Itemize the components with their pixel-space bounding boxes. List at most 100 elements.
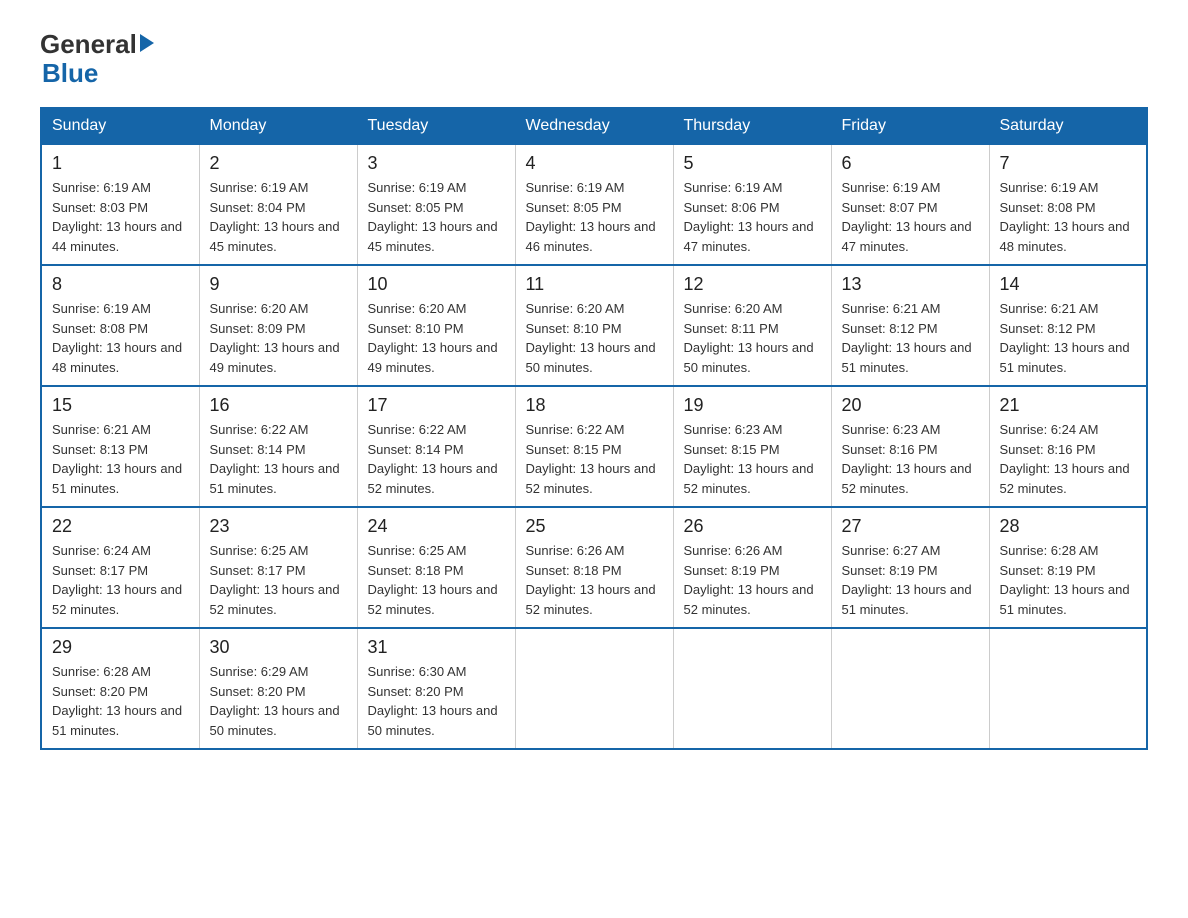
calendar-table: SundayMondayTuesdayWednesdayThursdayFrid… — [40, 107, 1148, 750]
weekday-header-monday: Monday — [199, 108, 357, 144]
day-number: 8 — [52, 274, 189, 295]
day-number: 31 — [368, 637, 505, 658]
calendar-cell: 27 Sunrise: 6:27 AM Sunset: 8:19 PM Dayl… — [831, 507, 989, 628]
day-number: 4 — [526, 153, 663, 174]
calendar-cell: 29 Sunrise: 6:28 AM Sunset: 8:20 PM Dayl… — [41, 628, 199, 749]
day-number: 19 — [684, 395, 821, 416]
calendar-cell — [989, 628, 1147, 749]
calendar-week-row: 29 Sunrise: 6:28 AM Sunset: 8:20 PM Dayl… — [41, 628, 1147, 749]
calendar-cell — [515, 628, 673, 749]
day-info: Sunrise: 6:25 AM Sunset: 8:18 PM Dayligh… — [368, 541, 505, 619]
logo-blue-text: Blue — [42, 59, 154, 88]
day-info: Sunrise: 6:25 AM Sunset: 8:17 PM Dayligh… — [210, 541, 347, 619]
day-number: 6 — [842, 153, 979, 174]
calendar-week-row: 22 Sunrise: 6:24 AM Sunset: 8:17 PM Dayl… — [41, 507, 1147, 628]
day-info: Sunrise: 6:22 AM Sunset: 8:15 PM Dayligh… — [526, 420, 663, 498]
day-info: Sunrise: 6:23 AM Sunset: 8:15 PM Dayligh… — [684, 420, 821, 498]
day-number: 15 — [52, 395, 189, 416]
calendar-cell: 16 Sunrise: 6:22 AM Sunset: 8:14 PM Dayl… — [199, 386, 357, 507]
calendar-cell: 31 Sunrise: 6:30 AM Sunset: 8:20 PM Dayl… — [357, 628, 515, 749]
day-number: 23 — [210, 516, 347, 537]
day-number: 21 — [1000, 395, 1137, 416]
weekday-header-sunday: Sunday — [41, 108, 199, 144]
logo-arrow-icon — [140, 34, 154, 52]
day-info: Sunrise: 6:24 AM Sunset: 8:17 PM Dayligh… — [52, 541, 189, 619]
day-info: Sunrise: 6:26 AM Sunset: 8:19 PM Dayligh… — [684, 541, 821, 619]
calendar-cell: 3 Sunrise: 6:19 AM Sunset: 8:05 PM Dayli… — [357, 144, 515, 265]
day-info: Sunrise: 6:23 AM Sunset: 8:16 PM Dayligh… — [842, 420, 979, 498]
day-info: Sunrise: 6:24 AM Sunset: 8:16 PM Dayligh… — [1000, 420, 1137, 498]
logo: General Blue — [40, 30, 154, 87]
calendar-cell: 20 Sunrise: 6:23 AM Sunset: 8:16 PM Dayl… — [831, 386, 989, 507]
day-number: 20 — [842, 395, 979, 416]
calendar-cell: 23 Sunrise: 6:25 AM Sunset: 8:17 PM Dayl… — [199, 507, 357, 628]
calendar-week-row: 1 Sunrise: 6:19 AM Sunset: 8:03 PM Dayli… — [41, 144, 1147, 265]
calendar-cell: 7 Sunrise: 6:19 AM Sunset: 8:08 PM Dayli… — [989, 144, 1147, 265]
day-number: 16 — [210, 395, 347, 416]
calendar-cell: 8 Sunrise: 6:19 AM Sunset: 8:08 PM Dayli… — [41, 265, 199, 386]
calendar-cell: 10 Sunrise: 6:20 AM Sunset: 8:10 PM Dayl… — [357, 265, 515, 386]
calendar-cell: 17 Sunrise: 6:22 AM Sunset: 8:14 PM Dayl… — [357, 386, 515, 507]
weekday-header-saturday: Saturday — [989, 108, 1147, 144]
calendar-cell: 14 Sunrise: 6:21 AM Sunset: 8:12 PM Dayl… — [989, 265, 1147, 386]
day-number: 26 — [684, 516, 821, 537]
day-number: 22 — [52, 516, 189, 537]
calendar-cell: 30 Sunrise: 6:29 AM Sunset: 8:20 PM Dayl… — [199, 628, 357, 749]
day-info: Sunrise: 6:20 AM Sunset: 8:10 PM Dayligh… — [526, 299, 663, 377]
day-number: 14 — [1000, 274, 1137, 295]
day-info: Sunrise: 6:21 AM Sunset: 8:12 PM Dayligh… — [842, 299, 979, 377]
day-info: Sunrise: 6:22 AM Sunset: 8:14 PM Dayligh… — [368, 420, 505, 498]
day-info: Sunrise: 6:19 AM Sunset: 8:04 PM Dayligh… — [210, 178, 347, 256]
day-info: Sunrise: 6:27 AM Sunset: 8:19 PM Dayligh… — [842, 541, 979, 619]
day-info: Sunrise: 6:20 AM Sunset: 8:09 PM Dayligh… — [210, 299, 347, 377]
day-info: Sunrise: 6:19 AM Sunset: 8:05 PM Dayligh… — [526, 178, 663, 256]
day-number: 25 — [526, 516, 663, 537]
day-number: 5 — [684, 153, 821, 174]
day-number: 29 — [52, 637, 189, 658]
logo-general-text: General — [40, 30, 137, 59]
page-header: General Blue — [40, 30, 1148, 87]
day-info: Sunrise: 6:19 AM Sunset: 8:08 PM Dayligh… — [52, 299, 189, 377]
calendar-cell: 24 Sunrise: 6:25 AM Sunset: 8:18 PM Dayl… — [357, 507, 515, 628]
day-number: 30 — [210, 637, 347, 658]
day-info: Sunrise: 6:19 AM Sunset: 8:03 PM Dayligh… — [52, 178, 189, 256]
calendar-cell: 26 Sunrise: 6:26 AM Sunset: 8:19 PM Dayl… — [673, 507, 831, 628]
weekday-header-friday: Friday — [831, 108, 989, 144]
day-info: Sunrise: 6:30 AM Sunset: 8:20 PM Dayligh… — [368, 662, 505, 740]
day-info: Sunrise: 6:21 AM Sunset: 8:12 PM Dayligh… — [1000, 299, 1137, 377]
day-number: 3 — [368, 153, 505, 174]
calendar-cell: 22 Sunrise: 6:24 AM Sunset: 8:17 PM Dayl… — [41, 507, 199, 628]
day-info: Sunrise: 6:29 AM Sunset: 8:20 PM Dayligh… — [210, 662, 347, 740]
day-number: 28 — [1000, 516, 1137, 537]
day-info: Sunrise: 6:19 AM Sunset: 8:06 PM Dayligh… — [684, 178, 821, 256]
calendar-cell: 13 Sunrise: 6:21 AM Sunset: 8:12 PM Dayl… — [831, 265, 989, 386]
day-number: 2 — [210, 153, 347, 174]
day-info: Sunrise: 6:28 AM Sunset: 8:20 PM Dayligh… — [52, 662, 189, 740]
day-info: Sunrise: 6:26 AM Sunset: 8:18 PM Dayligh… — [526, 541, 663, 619]
day-number: 12 — [684, 274, 821, 295]
day-info: Sunrise: 6:22 AM Sunset: 8:14 PM Dayligh… — [210, 420, 347, 498]
day-number: 10 — [368, 274, 505, 295]
day-info: Sunrise: 6:20 AM Sunset: 8:10 PM Dayligh… — [368, 299, 505, 377]
day-number: 11 — [526, 274, 663, 295]
calendar-cell: 18 Sunrise: 6:22 AM Sunset: 8:15 PM Dayl… — [515, 386, 673, 507]
day-number: 18 — [526, 395, 663, 416]
calendar-cell — [673, 628, 831, 749]
calendar-cell: 6 Sunrise: 6:19 AM Sunset: 8:07 PM Dayli… — [831, 144, 989, 265]
calendar-cell: 19 Sunrise: 6:23 AM Sunset: 8:15 PM Dayl… — [673, 386, 831, 507]
day-number: 13 — [842, 274, 979, 295]
calendar-cell: 21 Sunrise: 6:24 AM Sunset: 8:16 PM Dayl… — [989, 386, 1147, 507]
calendar-cell: 28 Sunrise: 6:28 AM Sunset: 8:19 PM Dayl… — [989, 507, 1147, 628]
calendar-week-row: 15 Sunrise: 6:21 AM Sunset: 8:13 PM Dayl… — [41, 386, 1147, 507]
weekday-header-tuesday: Tuesday — [357, 108, 515, 144]
calendar-cell: 5 Sunrise: 6:19 AM Sunset: 8:06 PM Dayli… — [673, 144, 831, 265]
weekday-header-wednesday: Wednesday — [515, 108, 673, 144]
calendar-cell: 9 Sunrise: 6:20 AM Sunset: 8:09 PM Dayli… — [199, 265, 357, 386]
calendar-cell: 1 Sunrise: 6:19 AM Sunset: 8:03 PM Dayli… — [41, 144, 199, 265]
calendar-cell: 25 Sunrise: 6:26 AM Sunset: 8:18 PM Dayl… — [515, 507, 673, 628]
day-number: 17 — [368, 395, 505, 416]
day-info: Sunrise: 6:19 AM Sunset: 8:08 PM Dayligh… — [1000, 178, 1137, 256]
day-number: 7 — [1000, 153, 1137, 174]
day-number: 1 — [52, 153, 189, 174]
calendar-cell: 4 Sunrise: 6:19 AM Sunset: 8:05 PM Dayli… — [515, 144, 673, 265]
